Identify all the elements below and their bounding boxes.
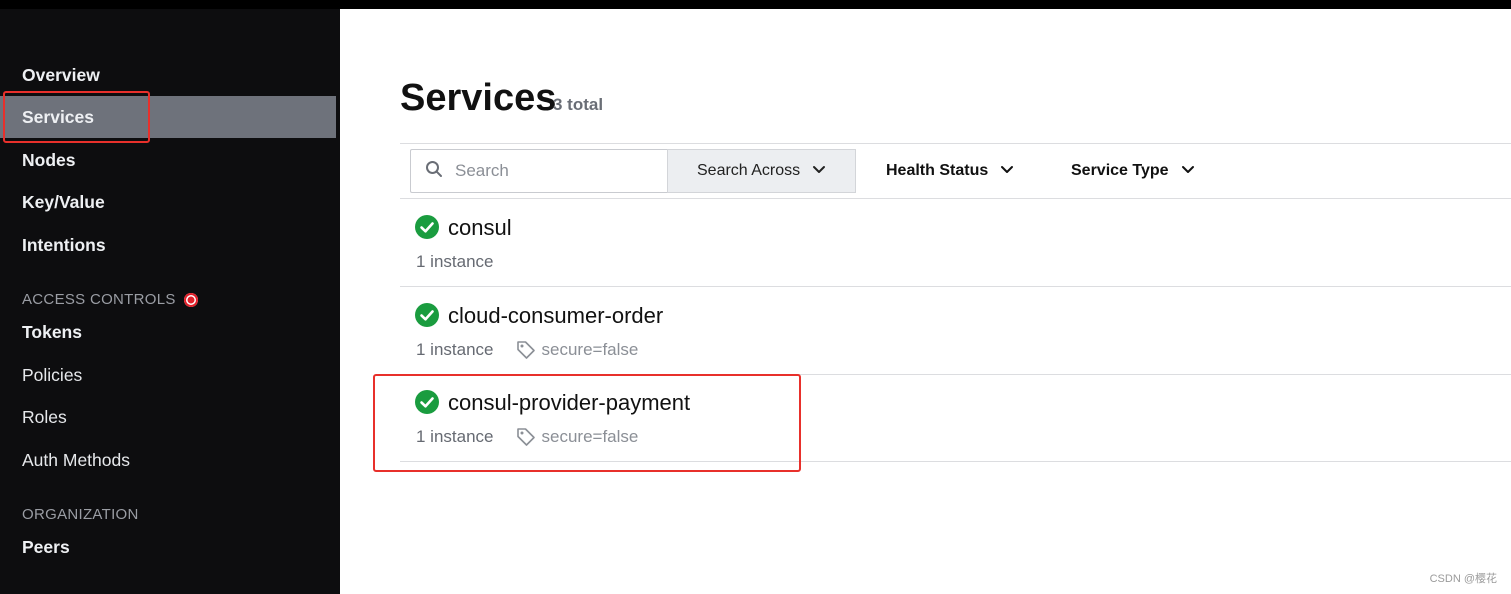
- sidebar-item-tokens[interactable]: Tokens: [0, 311, 336, 353]
- instance-count: 1 instance: [416, 340, 494, 359]
- organization-label: ORGANIZATION: [22, 506, 139, 523]
- sidebar-item-policies[interactable]: Policies: [0, 354, 336, 396]
- health-status-label: Health Status: [886, 162, 989, 179]
- tag-icon: [516, 428, 535, 446]
- service-type-label: Service Type: [1071, 162, 1169, 179]
- sidebar-item-auth-methods[interactable]: Auth Methods: [0, 439, 336, 481]
- service-meta: 1 instance secure=false: [416, 340, 638, 360]
- service-count: 3 total: [553, 95, 604, 114]
- sidebar-item-services[interactable]: Services: [0, 96, 336, 138]
- access-controls-heading: ACCESS CONTROLS: [22, 291, 198, 308]
- service-meta: 1 instance secure=false: [416, 427, 638, 447]
- page-title: Services: [400, 77, 557, 119]
- search-input[interactable]: [455, 161, 635, 181]
- access-controls-label: ACCESS CONTROLS: [22, 291, 176, 308]
- service-name[interactable]: consul: [448, 215, 512, 241]
- service-row-cloud-consumer-order[interactable]: cloud-consumer-order 1 instance secure=f…: [400, 287, 1511, 375]
- chevron-down-icon: [1181, 162, 1195, 180]
- organization-heading: ORGANIZATION: [22, 506, 139, 523]
- divider: [400, 461, 1511, 462]
- chevron-down-icon: [1000, 162, 1014, 180]
- tag-icon: [516, 341, 535, 359]
- sidebar-item-peers[interactable]: Peers: [0, 526, 336, 568]
- watermark: CSDN @樱花: [1429, 573, 1497, 585]
- top-bar: [0, 0, 1511, 9]
- divider: [400, 143, 1511, 144]
- check-circle-icon: [415, 303, 439, 332]
- service-name[interactable]: cloud-consumer-order: [448, 303, 663, 329]
- search-icon: [425, 160, 443, 183]
- sidebar-item-overview[interactable]: Overview: [0, 54, 336, 96]
- service-row-consul-provider-payment[interactable]: consul-provider-payment 1 instance secur…: [400, 374, 1511, 462]
- check-circle-icon: [415, 390, 439, 419]
- service-row-consul[interactable]: consul 1 instance: [400, 199, 1511, 287]
- search-across-label: Search Across: [697, 162, 801, 179]
- sidebar: Overview Services Nodes Key/Value Intent…: [0, 9, 340, 594]
- sidebar-item-key-value[interactable]: Key/Value: [0, 181, 336, 223]
- sidebar-item-nodes[interactable]: Nodes: [0, 139, 336, 181]
- tag-label: secure=false: [541, 340, 639, 359]
- health-status-dropdown[interactable]: Health Status: [886, 149, 1014, 193]
- tag-label: secure=false: [541, 427, 639, 446]
- service-tag: secure=false: [516, 340, 639, 360]
- sidebar-item-intentions[interactable]: Intentions: [0, 224, 336, 266]
- main-content: Services 3 total Search Across Health St…: [340, 9, 1511, 594]
- service-tag: secure=false: [516, 427, 639, 447]
- instance-count: 1 instance: [416, 252, 494, 271]
- sidebar-item-roles[interactable]: Roles: [0, 396, 336, 438]
- chevron-down-icon: [812, 162, 826, 180]
- instance-count: 1 instance: [416, 427, 494, 446]
- service-type-dropdown[interactable]: Service Type: [1071, 149, 1195, 193]
- search-across-dropdown[interactable]: Search Across: [667, 149, 856, 193]
- service-name[interactable]: consul-provider-payment: [448, 390, 690, 416]
- search-field[interactable]: [410, 149, 667, 193]
- service-meta: 1 instance: [416, 252, 494, 272]
- check-circle-icon: [415, 215, 439, 244]
- alert-dot-icon: [183, 292, 198, 307]
